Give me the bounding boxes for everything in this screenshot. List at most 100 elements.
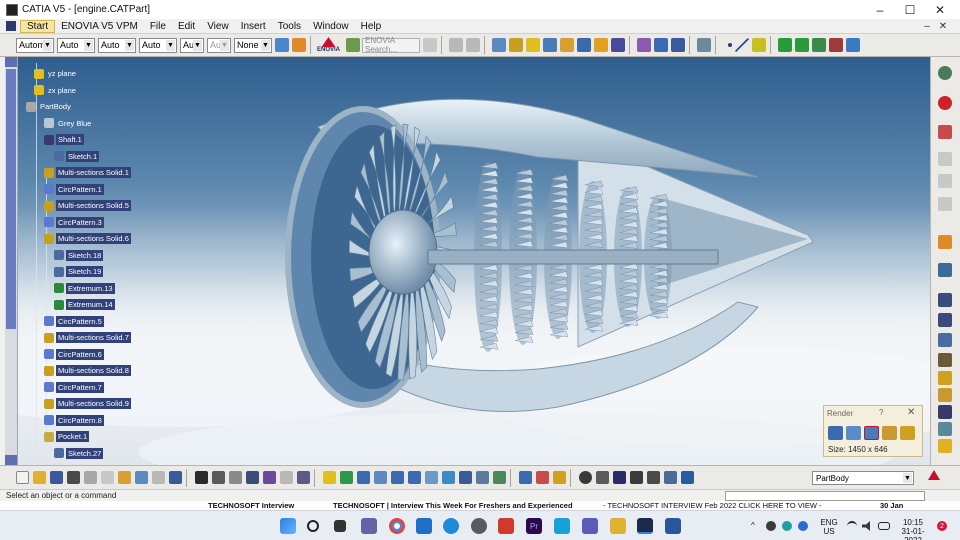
tree-item[interactable]: PartBody bbox=[26, 100, 73, 113]
tree-item[interactable]: CircPattern.5 bbox=[44, 315, 104, 328]
line-icon[interactable] bbox=[735, 38, 750, 52]
language-indicator[interactable]: ENG US bbox=[818, 518, 840, 536]
iso-view-icon[interactable] bbox=[459, 471, 472, 484]
tree-item[interactable]: Sketch.18 bbox=[54, 249, 104, 262]
layer-dropdown[interactable]: Aut ▼ bbox=[207, 37, 231, 53]
enovia-connect-icon[interactable] bbox=[346, 38, 361, 52]
tree-scrollbar[interactable] bbox=[5, 57, 18, 465]
ticker-item[interactable]: TECHNOSOFT Interview bbox=[208, 501, 294, 510]
fit-all-icon[interactable] bbox=[509, 38, 524, 52]
grid-icon[interactable] bbox=[671, 38, 686, 52]
menu-start[interactable]: Start bbox=[20, 19, 56, 33]
thread-icon[interactable] bbox=[938, 353, 952, 367]
pan-bottom-icon[interactable] bbox=[357, 471, 370, 484]
copy-icon[interactable] bbox=[101, 471, 114, 484]
shaft-icon[interactable] bbox=[938, 174, 952, 188]
pad-icon[interactable] bbox=[938, 125, 952, 139]
whats-this-icon[interactable] bbox=[169, 471, 182, 484]
teams-icon[interactable] bbox=[361, 518, 377, 534]
rotate-bottom-icon[interactable] bbox=[374, 471, 387, 484]
tray-app-icon[interactable] bbox=[782, 521, 792, 531]
close-surface-icon[interactable] bbox=[938, 405, 952, 419]
tree-item[interactable]: Extremum.14 bbox=[54, 298, 115, 311]
ticker-item[interactable]: TECHNOSOFT | Interview This Week For Fre… bbox=[333, 501, 573, 510]
rotate-icon[interactable] bbox=[543, 38, 558, 52]
normal-view-icon[interactable] bbox=[577, 38, 592, 52]
chrome-icon[interactable] bbox=[389, 518, 405, 534]
pan-icon[interactable] bbox=[526, 38, 541, 52]
tree-item[interactable]: CircPattern.3 bbox=[44, 216, 104, 229]
menu-tools[interactable]: Tools bbox=[272, 21, 307, 32]
minimize-button[interactable]: – bbox=[864, 0, 896, 19]
cut-icon[interactable] bbox=[84, 471, 97, 484]
tree-item[interactable]: Multi-sections Solid.6 bbox=[44, 232, 131, 245]
tree-item[interactable]: CircPattern.1 bbox=[44, 183, 104, 196]
fillet-icon[interactable] bbox=[938, 235, 952, 249]
3d-viewport[interactable]: yz plane zx plane PartBody Grey Blue Shaft.1… bbox=[18, 57, 930, 465]
measure-between-icon[interactable] bbox=[613, 471, 626, 484]
rotate-feature-icon[interactable] bbox=[795, 38, 810, 52]
fly-icon[interactable] bbox=[323, 471, 336, 484]
render-options-icon[interactable] bbox=[846, 426, 861, 440]
settings-icon[interactable] bbox=[471, 518, 487, 534]
swap-visible-icon[interactable] bbox=[654, 38, 669, 52]
color-dropdown[interactable]: Automa ▼ bbox=[16, 37, 54, 53]
formula-icon[interactable] bbox=[195, 471, 208, 484]
catalog-icon[interactable] bbox=[449, 38, 464, 52]
close-icon[interactable]: ✕ bbox=[907, 407, 915, 418]
enovia-query-icon[interactable] bbox=[423, 38, 438, 52]
teams-chat-icon[interactable] bbox=[582, 518, 598, 534]
warning-icon[interactable] bbox=[553, 471, 566, 484]
hide-show-bottom-icon[interactable] bbox=[493, 471, 506, 484]
tree-item[interactable]: CircPattern.7 bbox=[44, 381, 104, 394]
tray-app-icon[interactable] bbox=[766, 521, 776, 531]
zoom-out-bottom-icon[interactable] bbox=[408, 471, 421, 484]
zoom-in-icon[interactable] bbox=[560, 38, 575, 52]
tree-item[interactable]: Extremum.13 bbox=[54, 282, 115, 295]
render-scene-icon[interactable] bbox=[882, 426, 897, 440]
battery-icon[interactable] bbox=[878, 522, 890, 530]
apply-material-icon[interactable] bbox=[681, 471, 694, 484]
exit-workbench-icon[interactable] bbox=[938, 96, 952, 110]
properties-icon[interactable] bbox=[292, 38, 306, 52]
inertia-icon[interactable] bbox=[647, 471, 660, 484]
tree-item[interactable]: CircPattern.8 bbox=[44, 414, 104, 427]
tray-chevron-up-icon[interactable]: ^ bbox=[751, 521, 755, 530]
clock[interactable]: 10:1531-01-2022 bbox=[893, 518, 933, 540]
scan-icon[interactable] bbox=[664, 471, 677, 484]
file-explorer-icon[interactable] bbox=[610, 518, 626, 534]
table-icon[interactable] bbox=[246, 471, 259, 484]
render-capture-icon[interactable] bbox=[828, 426, 843, 440]
tree-item[interactable]: Sketch.19 bbox=[54, 265, 104, 278]
menu-enovia[interactable]: ENOVIA V5 VPM bbox=[55, 21, 144, 32]
app-l-icon[interactable] bbox=[554, 518, 570, 534]
office-icon[interactable] bbox=[498, 518, 514, 534]
tree-item[interactable]: Multi-sections Solid.1 bbox=[44, 166, 131, 179]
parameters-icon[interactable] bbox=[297, 471, 310, 484]
thick-surface-icon[interactable] bbox=[938, 388, 952, 402]
tree-item[interactable]: Multi-sections Solid.9 bbox=[44, 397, 131, 410]
menu-help[interactable]: Help bbox=[355, 21, 388, 32]
maximize-button[interactable]: ☐ bbox=[894, 0, 926, 19]
transform-icon[interactable] bbox=[938, 439, 952, 453]
symmetry-icon[interactable] bbox=[812, 38, 827, 52]
swap-icon[interactable] bbox=[579, 471, 592, 484]
tree-item[interactable]: Sketch.1 bbox=[54, 150, 100, 163]
thickness-icon[interactable] bbox=[938, 333, 952, 347]
zoom-in-bottom-icon[interactable] bbox=[391, 471, 404, 484]
new-file-icon[interactable] bbox=[16, 471, 29, 484]
fit-all-bottom-icon[interactable] bbox=[340, 471, 353, 484]
catia-taskbar-icon[interactable] bbox=[637, 518, 653, 534]
close-button[interactable]: ✕ bbox=[924, 0, 956, 19]
redo-icon[interactable] bbox=[152, 471, 165, 484]
linetype-dropdown[interactable]: Auto ▼ bbox=[98, 37, 136, 53]
lineweight-dropdown[interactable]: Auto ▼ bbox=[139, 37, 177, 53]
sew-surface-icon[interactable] bbox=[938, 422, 952, 436]
tree-item[interactable]: zx plane bbox=[34, 84, 78, 97]
measure-item-icon[interactable] bbox=[630, 471, 643, 484]
view-mode-icon[interactable] bbox=[476, 471, 489, 484]
measure-icon[interactable] bbox=[519, 471, 532, 484]
tree-item[interactable]: Shaft.1 bbox=[44, 133, 84, 146]
word-icon[interactable] bbox=[665, 518, 681, 534]
chamfer-icon[interactable] bbox=[938, 263, 952, 277]
